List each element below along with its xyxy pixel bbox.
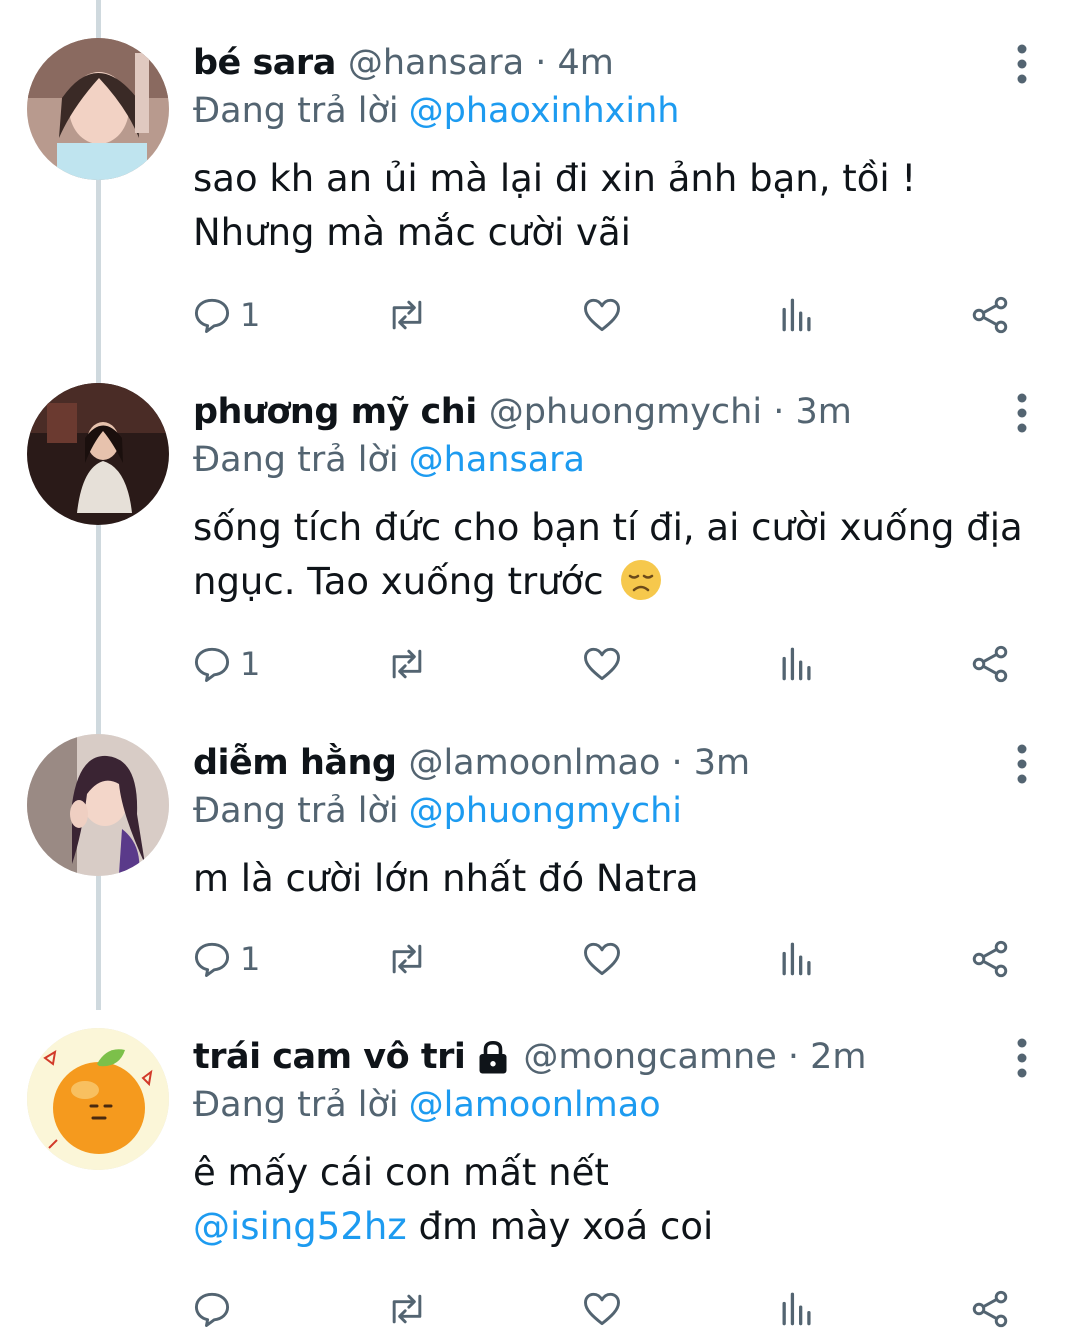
tweet[interactable]: diễm hằng @lamoonlmao · 3m Đang trả lời @… <box>0 734 1080 1008</box>
avatar[interactable] <box>27 1028 169 1170</box>
views-button[interactable] <box>775 290 819 340</box>
avatar[interactable] <box>27 734 169 876</box>
share-button[interactable] <box>968 1284 1012 1334</box>
tweet-text: sống tích đức cho bạn tí đi, ai cười xuố… <box>193 506 1023 603</box>
action-bar <box>190 1284 1020 1334</box>
like-button[interactable] <box>580 639 624 689</box>
replying-to-mention[interactable]: @phaoxinhxinh <box>409 91 680 131</box>
tweet-text-container: ê mấy cái con mất nết @ising52hz đm mày … <box>193 1146 1033 1254</box>
replying-to-mention[interactable]: @lamoonlmao <box>409 1085 661 1125</box>
tweet-text-line: ê mấy cái con mất nết <box>193 1151 609 1194</box>
display-name[interactable]: phương mỹ chi <box>193 387 477 437</box>
share-button[interactable] <box>968 934 1012 984</box>
like-icon <box>584 1292 620 1326</box>
tweet-header: diễm hằng @lamoonlmao · 3m <box>193 738 750 788</box>
more-icon[interactable] <box>1004 1036 1040 1080</box>
views-button[interactable] <box>775 934 819 984</box>
more-icon[interactable] <box>1004 391 1040 435</box>
tweet-text: sao kh an ủi mà lại đi xin ảnh bạn, tồi … <box>193 157 917 254</box>
share-icon <box>972 645 1008 683</box>
tweet[interactable]: bé sara @hansara · 4m Đang trả lời @phaox… <box>0 38 1080 368</box>
retweet-button[interactable] <box>385 1284 429 1334</box>
replying-to-label: Đang trả lời <box>193 91 399 131</box>
reply-icon <box>194 942 230 977</box>
like-button[interactable] <box>580 1284 624 1334</box>
more-icon[interactable] <box>1004 42 1040 86</box>
reply-button[interactable]: 1 <box>190 639 260 689</box>
reply-icon <box>194 1292 230 1327</box>
like-icon <box>584 647 620 681</box>
display-name[interactable]: diễm hằng <box>193 738 397 788</box>
reply-count: 1 <box>240 645 261 683</box>
retweet-button[interactable] <box>385 290 429 340</box>
avatar[interactable] <box>27 383 169 525</box>
retweet-icon <box>392 944 422 974</box>
reply-count: 1 <box>240 296 261 334</box>
replying-to: Đang trả lời @phaoxinhxinh <box>193 86 679 136</box>
share-button[interactable] <box>968 290 1012 340</box>
display-name[interactable]: bé sara <box>193 38 336 88</box>
reply-count: 1 <box>240 940 261 978</box>
avatar[interactable] <box>27 38 169 180</box>
reply-button[interactable] <box>190 1284 240 1334</box>
share-icon <box>972 1290 1008 1328</box>
reply-icon <box>194 298 230 333</box>
inline-mention[interactable]: @ising52hz <box>193 1205 407 1248</box>
share-button[interactable] <box>968 639 1012 689</box>
views-icon <box>782 1292 811 1326</box>
retweet-button[interactable] <box>385 934 429 984</box>
action-bar: 1 <box>190 290 1020 340</box>
views-icon <box>782 942 811 976</box>
replying-to: Đang trả lời @phuongmychi <box>193 786 682 836</box>
like-button[interactable] <box>580 934 624 984</box>
tweet-text-rest: đm mày xoá coi <box>406 1205 714 1248</box>
retweet-icon <box>392 1294 422 1324</box>
replying-to-mention[interactable]: @hansara <box>409 440 585 480</box>
tweet-text: m là cười lớn nhất đó Natra <box>193 857 699 900</box>
tweet[interactable]: phương mỹ chi @phuongmychi · 3m Đang trả… <box>0 383 1080 717</box>
tweet-text-line: @ising52hz đm mày xoá coi <box>193 1200 1033 1254</box>
like-button[interactable] <box>580 290 624 340</box>
tweet-header: trái cam vô tri @mongcamne · 2m <box>193 1032 867 1082</box>
like-icon <box>584 942 620 976</box>
retweet-icon <box>392 300 422 330</box>
tweet-header: phương mỹ chi @phuongmychi · 3m <box>193 387 852 437</box>
reply-icon <box>194 647 230 682</box>
reply-button[interactable]: 1 <box>190 934 260 984</box>
views-icon <box>782 298 811 332</box>
handle-time[interactable]: @lamoonlmao · 3m <box>408 738 750 788</box>
share-icon <box>972 940 1008 978</box>
action-bar: 1 <box>190 934 1020 984</box>
action-bar: 1 <box>190 639 1020 689</box>
replying-to-label: Đang trả lời <box>193 1085 399 1125</box>
views-button[interactable] <box>775 639 819 689</box>
retweet-button[interactable] <box>385 639 429 689</box>
handle-time[interactable]: @phuongmychi · 3m <box>489 387 852 437</box>
replying-to-label: Đang trả lời <box>193 791 399 831</box>
more-icon[interactable] <box>1004 742 1040 786</box>
replying-to-label: Đang trả lời <box>193 440 399 480</box>
like-icon <box>584 298 620 332</box>
reply-button[interactable]: 1 <box>190 290 260 340</box>
views-button[interactable] <box>775 1284 819 1334</box>
display-name[interactable]: trái cam vô tri <box>193 1032 466 1082</box>
replying-to-mention[interactable]: @phuongmychi <box>409 791 682 831</box>
handle-time[interactable]: @mongcamne · 2m <box>523 1032 866 1082</box>
views-icon <box>782 647 811 681</box>
tweet[interactable]: trái cam vô tri @mongcamne · 2m Đang trả… <box>0 1028 1080 1329</box>
handle-time[interactable]: @hansara · 4m <box>348 38 614 88</box>
share-icon <box>972 296 1008 334</box>
replying-to: Đang trả lời @hansara <box>193 435 585 485</box>
tweet-header: bé sara @hansara · 4m <box>193 38 614 88</box>
lock-icon <box>479 1040 507 1074</box>
replying-to: Đang trả lời @lamoonlmao <box>193 1080 661 1130</box>
retweet-icon <box>392 649 422 679</box>
disappointed-face-emoji <box>621 560 662 600</box>
tweet-text-container: sống tích đức cho bạn tí đi, ai cười xuố… <box>193 501 1033 609</box>
